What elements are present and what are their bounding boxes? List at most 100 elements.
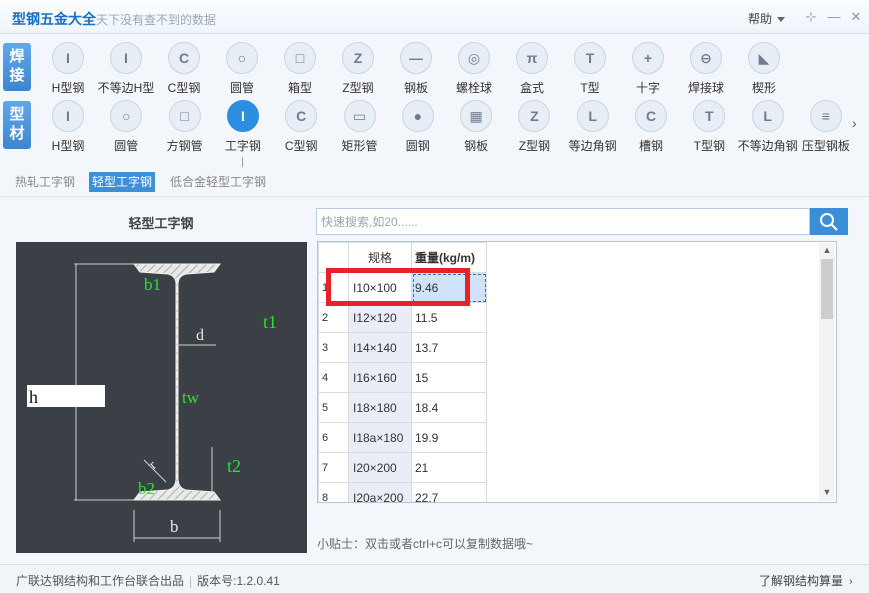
tool-label: 焊接球: [687, 81, 724, 95]
label-t2: t2: [227, 456, 241, 476]
tool-label: H型钢: [51, 81, 85, 95]
tab-low-alloy-light[interactable]: 低合金轻型工字钢: [167, 172, 269, 192]
section-diagram: b1 t1 d tw h r t2 b2 b: [16, 242, 307, 553]
tool-label: 十字: [635, 81, 660, 95]
chevron-right-icon: ›: [849, 576, 853, 588]
tool-label: C型钢: [167, 81, 201, 95]
cell-spec[interactable]: I12×120: [348, 302, 412, 333]
tool-label: 盒式: [519, 81, 544, 95]
cell-spec[interactable]: I20×200: [348, 452, 412, 483]
profile-shape-icon: C: [635, 100, 667, 132]
tool-row2-3[interactable]: I 工字钢: [212, 100, 274, 167]
cell-spec[interactable]: I18a×180: [348, 422, 412, 453]
tool-row2-5[interactable]: ▭ 矩形管: [329, 100, 391, 158]
tool-label: 钢板: [403, 81, 428, 95]
table-row[interactable]: 3 I14×140 13.7: [318, 332, 487, 363]
tool-row1-10[interactable]: + 十字: [617, 42, 679, 100]
tool-label: T型: [580, 81, 600, 95]
tab-light[interactable]: 轻型工字钢: [89, 172, 156, 192]
table-row[interactable]: 8 I20a×200 22.7: [318, 482, 487, 502]
tool-label: 矩形管: [341, 139, 378, 153]
tool-row1-12[interactable]: ◣ 楔形: [733, 42, 795, 100]
tool-row2-6[interactable]: ● 圆钢: [387, 100, 449, 158]
tool-row2-10[interactable]: C 槽钢: [620, 100, 682, 158]
tool-label: C型钢: [284, 139, 318, 153]
diagram-title: 轻型工字钢: [128, 216, 194, 231]
profile-shape-icon: □: [284, 42, 316, 74]
tool-row1-6[interactable]: — 钢板: [385, 42, 447, 100]
tool-row1-1[interactable]: I 不等边H型: [95, 42, 157, 100]
cell-weight[interactable]: 18.4: [411, 392, 487, 423]
tool-row2-4[interactable]: C C型钢: [270, 100, 332, 158]
help-menu[interactable]: 帮助: [748, 10, 786, 27]
tool-row1-3[interactable]: ○ 圆管: [211, 42, 273, 100]
cell-weight[interactable]: 13.7: [411, 332, 487, 363]
search-input[interactable]: [317, 209, 809, 234]
tool-row2-13[interactable]: ≡ 压型钢板: [795, 100, 857, 158]
cell-spec[interactable]: I16×160: [348, 362, 412, 393]
scroll-up-icon[interactable]: ▲: [819, 245, 835, 255]
tool-row1-8[interactable]: π 盒式: [501, 42, 563, 100]
cell-weight[interactable]: 22.7: [411, 482, 487, 502]
tool-label: 圆管: [114, 139, 139, 153]
scroll-thumb[interactable]: [821, 259, 833, 319]
tool-row2-8[interactable]: Z Z型钢: [503, 100, 565, 158]
profile-shape-icon: I: [52, 42, 84, 74]
tool-row2-11[interactable]: T T型钢: [678, 100, 740, 158]
tool-row1-9[interactable]: T T型: [559, 42, 621, 100]
table-row[interactable]: 4 I16×160 15: [318, 362, 487, 393]
tool-row1-11[interactable]: ⊖ 焊接球: [675, 42, 737, 100]
close-icon[interactable]: ✕: [848, 9, 864, 25]
cell-weight[interactable]: 11.5: [411, 302, 487, 333]
profile-shape-icon: π: [516, 42, 548, 74]
profile-shape-icon: L: [576, 100, 609, 132]
tool-row1-2[interactable]: C C型钢: [153, 42, 215, 100]
profile-shape-icon: ▭: [343, 100, 376, 132]
tool-label: 钢板: [464, 139, 489, 153]
table-row[interactable]: 7 I20×200 21: [318, 452, 487, 483]
profile-shape-icon: □: [168, 100, 201, 132]
tool-row1-7[interactable]: ◎ 螺栓球: [443, 42, 505, 100]
table-row[interactable]: 6 I18a×180 19.9: [318, 422, 487, 453]
tool-row1-5[interactable]: Z Z型钢: [327, 42, 389, 100]
cell-weight[interactable]: 19.9: [411, 422, 487, 453]
table-row[interactable]: 2 I12×120 11.5: [318, 302, 487, 333]
tool-label: 压型钢板: [801, 139, 850, 153]
tool-row1-0[interactable]: I H型钢: [37, 42, 99, 100]
grid-scrollbar[interactable]: ▲ ▼: [819, 243, 835, 501]
row-number: 8: [318, 482, 349, 502]
scroll-down-icon[interactable]: ▼: [819, 487, 835, 497]
tool-label: 等边角钢: [568, 139, 617, 153]
tool-label: 箱型: [287, 81, 312, 95]
cell-weight[interactable]: 21: [411, 452, 487, 483]
tool-row2-9[interactable]: L 等边角钢: [562, 100, 624, 158]
subtab-bar: 热轧工字钢 轻型工字钢 低合金轻型工字钢: [0, 170, 869, 196]
profile-shape-icon: L: [751, 100, 784, 132]
tool-row2-7[interactable]: ▦ 钢板: [445, 100, 507, 158]
footer-credit: 广联达钢结构和工作台联合出品: [16, 574, 185, 588]
table-row[interactable]: 5 I18×180 18.4: [318, 392, 487, 423]
row-tag-profile: 型材: [3, 101, 31, 149]
cell-spec[interactable]: I18×180: [348, 392, 412, 423]
row-number: 7: [318, 452, 349, 483]
tool-row2-0[interactable]: I H型钢: [37, 100, 99, 158]
search-button[interactable]: [810, 208, 848, 235]
profile-shape-icon: Z: [518, 100, 551, 132]
cell-spec[interactable]: I20a×200: [348, 482, 412, 502]
tool-label: H型钢: [51, 139, 85, 153]
minimize-icon[interactable]: —: [826, 9, 842, 25]
tab-hot-rolled[interactable]: 热轧工字钢: [12, 172, 78, 192]
profile-shape-icon: +: [632, 42, 664, 74]
chevron-right-icon[interactable]: ›: [852, 115, 857, 131]
tool-row1-4[interactable]: □ 箱型: [269, 42, 331, 100]
cell-spec[interactable]: I14×140: [348, 332, 412, 363]
tool-row2-12[interactable]: L 不等边角钢: [737, 100, 799, 158]
cell-weight[interactable]: 15: [411, 362, 487, 393]
tool-row2-2[interactable]: □ 方钢管: [154, 100, 216, 158]
pin-icon[interactable]: ⊹: [803, 9, 819, 25]
learn-more-link[interactable]: 了解钢结构算量 ›: [759, 572, 853, 589]
row-number: 3: [318, 332, 349, 363]
profile-shape-icon: ○: [226, 42, 258, 74]
tool-row2-1[interactable]: ○ 圆管: [95, 100, 157, 158]
app-title: 型钢五金大全: [12, 11, 96, 27]
